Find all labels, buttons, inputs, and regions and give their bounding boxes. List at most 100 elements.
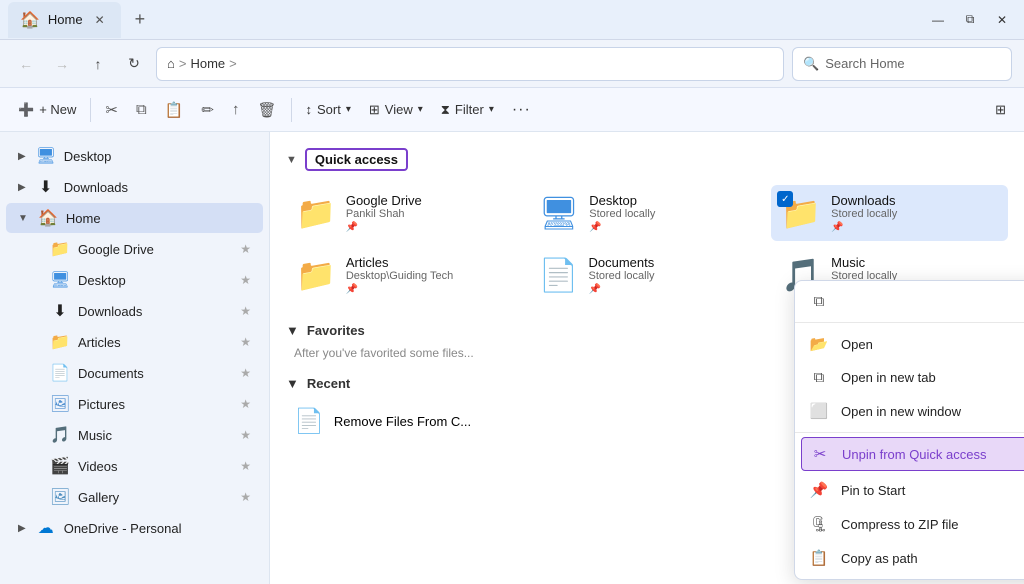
sidebar-item-music[interactable]: 🎵 Music ★ bbox=[6, 420, 263, 450]
paste-button[interactable]: 📋 bbox=[157, 94, 192, 126]
copy-button[interactable]: ⧉ bbox=[128, 94, 155, 126]
filter-icon: ⧗ bbox=[441, 102, 450, 118]
restore-button[interactable]: ⧉ bbox=[956, 9, 984, 31]
sort-icon: ↕ bbox=[306, 102, 313, 117]
sort-chevron: ▾ bbox=[346, 104, 351, 115]
active-tab[interactable]: 🏠 Home ✕ bbox=[8, 2, 121, 38]
breadcrumb-sep1: > bbox=[179, 56, 187, 71]
delete-button[interactable]: 🗑 bbox=[249, 94, 284, 126]
rename-button[interactable]: ✏ bbox=[193, 94, 222, 126]
sidebar-item-documents[interactable]: 📄 Documents ★ bbox=[6, 358, 263, 388]
cut-button[interactable]: ✂ bbox=[97, 94, 126, 126]
documents-icon: 📄 bbox=[50, 363, 70, 383]
tab-home-icon: 🏠 bbox=[20, 10, 40, 30]
close-button[interactable]: ✕ bbox=[988, 9, 1016, 31]
music-icon: 🎵 bbox=[50, 425, 70, 445]
documents-folder-name: Documents bbox=[589, 255, 655, 270]
pin-icon-downloads2: ★ bbox=[240, 304, 251, 318]
more-icon: ··· bbox=[512, 101, 531, 119]
cm-open-window-label: Open in new window bbox=[841, 404, 1024, 419]
folder-google-drive[interactable]: 📁 Google Drive Pankil Shah 📌 bbox=[286, 185, 523, 241]
google-drive-icon: 📁 bbox=[50, 239, 70, 259]
folder-documents[interactable]: 📄 Documents Stored locally 📌 bbox=[529, 247, 766, 303]
cm-open-label: Open bbox=[841, 337, 1024, 352]
new-button[interactable]: ➕ + New bbox=[10, 94, 84, 126]
sidebar-item-pictures[interactable]: 🖼 Pictures ★ bbox=[6, 389, 263, 419]
articles-icon: 📁 bbox=[50, 332, 70, 352]
cm-open-tab-icon: ⧉ bbox=[809, 369, 829, 386]
sidebar-item-downloads2[interactable]: ⬇ Downloads ★ bbox=[6, 296, 263, 326]
sidebar-item-desktop2[interactable]: 🖥 Desktop ★ bbox=[6, 265, 263, 295]
quick-access-header[interactable]: ▼ Quick access bbox=[286, 148, 1008, 171]
cm-open-icon: 📂 bbox=[809, 335, 829, 353]
view-button[interactable]: ⊞ View ▾ bbox=[361, 94, 431, 126]
view-label: View bbox=[385, 102, 413, 117]
refresh-button[interactable]: ↻ bbox=[120, 50, 148, 78]
sidebar-item-articles[interactable]: 📁 Articles ★ bbox=[6, 327, 263, 357]
downloads2-icon: ⬇ bbox=[50, 301, 70, 321]
breadcrumb[interactable]: ⌂ > Home > bbox=[156, 47, 784, 81]
minimize-button[interactable]: — bbox=[924, 9, 952, 31]
sidebar-label-pictures: Pictures bbox=[78, 397, 125, 412]
google-drive-sub: Pankil Shah bbox=[346, 208, 422, 220]
new-tab-button[interactable]: + bbox=[129, 7, 152, 32]
recent-label: Recent bbox=[307, 376, 350, 391]
downloads-sub: Stored locally bbox=[831, 208, 897, 220]
cm-unpin-label: Unpin from Quick access bbox=[842, 447, 1024, 462]
tab-close-button[interactable]: ✕ bbox=[91, 11, 109, 29]
sidebar-item-desktop[interactable]: ▶ 🖥 Desktop bbox=[6, 141, 263, 171]
tab-label: Home bbox=[48, 12, 83, 27]
cm-sep0 bbox=[795, 322, 1024, 323]
search-box[interactable]: 🔍 Search Home bbox=[792, 47, 1012, 81]
forward-button[interactable]: → bbox=[48, 50, 76, 78]
sidebar-item-google-drive[interactable]: 📁 Google Drive ★ bbox=[6, 234, 263, 264]
cm-compress-label: Compress to ZIP file bbox=[841, 517, 1024, 532]
layout-toggle-button[interactable]: ⊞ bbox=[987, 94, 1014, 126]
cm-open-new-tab[interactable]: ⧉ Open in new tab bbox=[795, 361, 1024, 394]
music-folder-name: Music bbox=[831, 255, 897, 270]
paste-icon: 📋 bbox=[165, 101, 184, 119]
documents-info: Documents Stored locally 📌 bbox=[589, 255, 655, 295]
sort-label: Sort bbox=[317, 102, 341, 117]
cm-unpin[interactable]: ✂ Unpin from Quick access bbox=[801, 437, 1024, 471]
cm-pin-start[interactable]: 📌 Pin to Start bbox=[795, 473, 1024, 507]
cm-compress[interactable]: 🗜 Compress to ZIP file bbox=[795, 507, 1024, 541]
sidebar-item-videos[interactable]: 🎬 Videos ★ bbox=[6, 451, 263, 481]
cm-open-tab-label: Open in new tab bbox=[841, 370, 1024, 385]
title-bar: 🏠 Home ✕ + — ⧉ ✕ bbox=[0, 0, 1024, 40]
google-drive-folder-icon: 📁 bbox=[296, 194, 336, 232]
folder-downloads[interactable]: ✓ 📁 Downloads Stored locally 📌 bbox=[771, 185, 1008, 241]
cm-copy-path[interactable]: 📋 Copy as path Ctrl+Shift+C bbox=[795, 541, 1024, 575]
cm-open-new-window[interactable]: ⬜ Open in new window bbox=[795, 394, 1024, 428]
pin-icon-gallery: ★ bbox=[240, 490, 251, 504]
desktop-sub: Stored locally bbox=[589, 208, 655, 220]
sort-button[interactable]: ↕ Sort ▾ bbox=[298, 94, 359, 126]
pin-icon-videos: ★ bbox=[240, 459, 251, 473]
delete-icon: 🗑 bbox=[257, 101, 276, 119]
documents-sub: Stored locally bbox=[589, 270, 655, 282]
desktop-folder-name: Desktop bbox=[589, 193, 655, 208]
sidebar-item-onedrive[interactable]: ▶ ☁ OneDrive - Personal bbox=[6, 513, 263, 543]
sidebar-item-home[interactable]: ▼ 🏠 Home bbox=[6, 203, 263, 233]
toolbar-sep2 bbox=[291, 98, 292, 122]
sidebar-label-home: Home bbox=[66, 211, 101, 226]
cm-top-action[interactable]: ⧉ bbox=[795, 285, 1024, 318]
sidebar-item-downloads[interactable]: ▶ ⬇ Downloads bbox=[6, 172, 263, 202]
cm-open[interactable]: 📂 Open Enter bbox=[795, 327, 1024, 361]
filter-button[interactable]: ⧗ Filter ▾ bbox=[433, 94, 502, 126]
context-menu: ⧉ 📂 Open Enter ⧉ Open in new tab ⬜ Open … bbox=[794, 280, 1024, 580]
up-button[interactable]: ↑ bbox=[84, 50, 112, 78]
google-drive-pin: 📌 bbox=[346, 222, 422, 233]
articles-sub: Desktop\Guiding Tech bbox=[346, 270, 453, 282]
folder-articles[interactable]: 📁 Articles Desktop\Guiding Tech 📌 bbox=[286, 247, 523, 303]
folder-desktop[interactable]: 🖥 Desktop Stored locally 📌 bbox=[529, 185, 766, 241]
expand-arrow-home: ▼ bbox=[18, 213, 28, 224]
more-button[interactable]: ··· bbox=[504, 94, 539, 126]
cm-copy-icon: ⧉ bbox=[809, 293, 829, 310]
sidebar-label-documents: Documents bbox=[78, 366, 144, 381]
copy-icon: ⧉ bbox=[136, 101, 147, 118]
share-button[interactable]: ↑ bbox=[224, 94, 248, 126]
back-button[interactable]: ← bbox=[12, 50, 40, 78]
expand-arrow-onedrive: ▶ bbox=[18, 523, 26, 534]
sidebar-item-gallery[interactable]: 🖼 Gallery ★ bbox=[6, 482, 263, 512]
